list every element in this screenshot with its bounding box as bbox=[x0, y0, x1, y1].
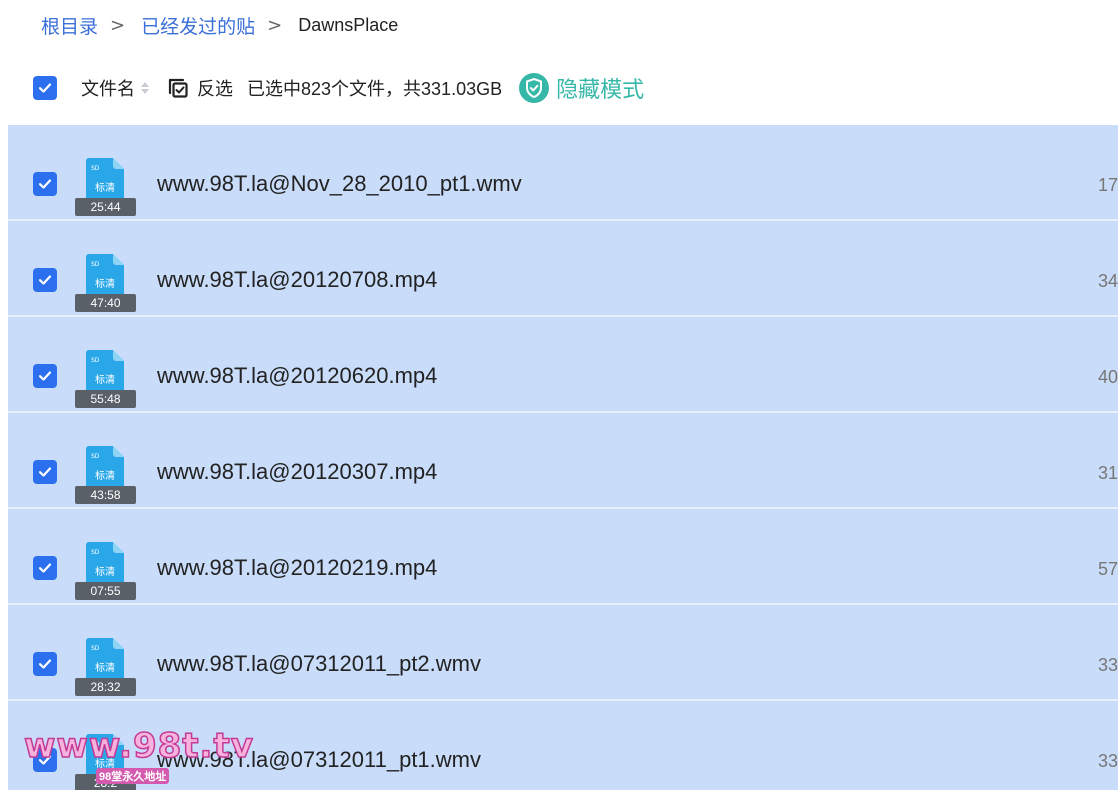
breadcrumb: 根目录 > 已经发过的贴 > DawnsPlace bbox=[41, 12, 398, 38]
breadcrumb-separator: > bbox=[267, 14, 283, 36]
svg-text:标清: 标清 bbox=[95, 565, 115, 578]
breadcrumb-separator: > bbox=[110, 14, 126, 36]
select-all-checkbox[interactable] bbox=[33, 76, 57, 100]
svg-text:标清: 标清 bbox=[95, 661, 115, 674]
file-checkbox[interactable] bbox=[33, 364, 57, 388]
file-list: SD 标清 25:44 www.98T.la@Nov_28_2010_pt1.w… bbox=[8, 125, 1118, 790]
video-duration: 55:48 bbox=[75, 390, 136, 408]
file-checkbox[interactable] bbox=[33, 268, 57, 292]
hidden-mode-label: 隐藏模式 bbox=[556, 77, 645, 102]
breadcrumb-posted[interactable]: 已经发过的贴 bbox=[141, 12, 255, 39]
checkmark-icon bbox=[38, 179, 52, 189]
file-row[interactable]: SD 标清 28:32 www.98T.la@07312011_pt2.wmv … bbox=[8, 605, 1118, 701]
file-name[interactable]: www.98T.la@Nov_28_2010_pt1.wmv bbox=[157, 171, 522, 197]
file-size: 17 bbox=[1098, 175, 1118, 195]
checkmark-icon bbox=[38, 275, 52, 285]
video-duration: 07:55 bbox=[75, 582, 136, 600]
hidden-mode-button[interactable]: 隐藏模式 bbox=[518, 72, 644, 104]
video-thumbnail[interactable]: SD 标清 28:32 bbox=[75, 638, 137, 698]
video-duration: 43:58 bbox=[75, 486, 136, 504]
invert-selection-icon bbox=[168, 78, 188, 98]
file-checkbox[interactable] bbox=[33, 652, 57, 676]
file-name[interactable]: www.98T.la@20120307.mp4 bbox=[157, 459, 437, 485]
svg-text:SD: SD bbox=[91, 453, 100, 460]
shield-check-icon bbox=[519, 73, 550, 103]
svg-text:SD: SD bbox=[91, 165, 100, 172]
file-row[interactable]: SD 标清 43:58 www.98T.la@20120307.mp4 31 bbox=[8, 413, 1118, 509]
checkmark-icon bbox=[38, 467, 52, 477]
svg-text:SD: SD bbox=[91, 645, 100, 652]
watermark-subtext: 98堂永久地址 bbox=[96, 768, 170, 784]
invert-selection-button[interactable]: 反选 bbox=[165, 75, 233, 101]
video-duration: 47:40 bbox=[75, 294, 136, 312]
video-thumbnail[interactable]: SD 标清 25:44 bbox=[75, 158, 137, 218]
checkmark-icon bbox=[38, 83, 52, 93]
video-thumbnail[interactable]: SD 标清 43:58 bbox=[75, 446, 137, 506]
checkmark-icon bbox=[38, 371, 52, 381]
file-name[interactable]: www.98T.la@20120708.mp4 bbox=[157, 267, 437, 293]
file-row[interactable]: SD 标清 47:40 www.98T.la@20120708.mp4 34 bbox=[8, 221, 1118, 317]
svg-text:标清: 标清 bbox=[95, 373, 115, 386]
breadcrumb-root[interactable]: 根目录 bbox=[41, 12, 98, 39]
invert-selection-label: 反选 bbox=[197, 79, 233, 99]
svg-text:标清: 标清 bbox=[95, 181, 115, 194]
svg-text:SD: SD bbox=[91, 261, 100, 268]
checkmark-icon bbox=[38, 659, 52, 669]
file-size: 40 bbox=[1098, 367, 1118, 387]
sort-icon bbox=[141, 82, 149, 94]
file-row[interactable]: SD 标清 25:44 www.98T.la@Nov_28_2010_pt1.w… bbox=[8, 125, 1118, 221]
selection-summary: 已选中823个文件，共331.03GB bbox=[247, 79, 503, 99]
file-checkbox[interactable] bbox=[33, 556, 57, 580]
file-size: 33 bbox=[1098, 751, 1118, 771]
svg-text:SD: SD bbox=[91, 549, 100, 556]
file-name[interactable]: www.98T.la@20120620.mp4 bbox=[157, 363, 437, 389]
file-checkbox[interactable] bbox=[33, 172, 57, 196]
file-size: 33 bbox=[1098, 655, 1118, 675]
watermark-logo: www.98t.tv 98堂永久地址 bbox=[23, 725, 254, 786]
svg-text:标清: 标清 bbox=[95, 469, 115, 482]
list-toolbar: 文件名 反选 已选中823个文件，共331.03GB 隐藏模式 bbox=[0, 62, 1118, 114]
file-size: 34 bbox=[1098, 271, 1118, 291]
file-size: 31 bbox=[1098, 463, 1118, 483]
video-duration: 28:32 bbox=[75, 678, 136, 696]
video-thumbnail[interactable]: SD 标清 47:40 bbox=[75, 254, 137, 314]
checkmark-icon bbox=[38, 563, 52, 573]
column-name-label: 文件名 bbox=[81, 79, 135, 99]
file-size: 57 bbox=[1098, 559, 1118, 579]
file-row[interactable]: SD 标清 55:48 www.98T.la@20120620.mp4 40 bbox=[8, 317, 1118, 413]
file-name[interactable]: www.98T.la@20120219.mp4 bbox=[157, 555, 437, 581]
file-row[interactable]: SD 标清 07:55 www.98T.la@20120219.mp4 57 bbox=[8, 509, 1118, 605]
svg-text:SD: SD bbox=[91, 357, 100, 364]
sort-by-name[interactable]: 文件名 bbox=[81, 75, 149, 101]
video-thumbnail[interactable]: SD 标清 55:48 bbox=[75, 350, 137, 410]
video-thumbnail[interactable]: SD 标清 07:55 bbox=[75, 542, 137, 602]
file-checkbox[interactable] bbox=[33, 460, 57, 484]
breadcrumb-current: DawnsPlace bbox=[298, 14, 399, 35]
video-duration: 25:44 bbox=[75, 198, 136, 216]
watermark-text: www.98t.tv bbox=[23, 725, 254, 767]
file-name[interactable]: www.98T.la@07312011_pt2.wmv bbox=[157, 651, 481, 677]
svg-text:标清: 标清 bbox=[95, 277, 115, 290]
